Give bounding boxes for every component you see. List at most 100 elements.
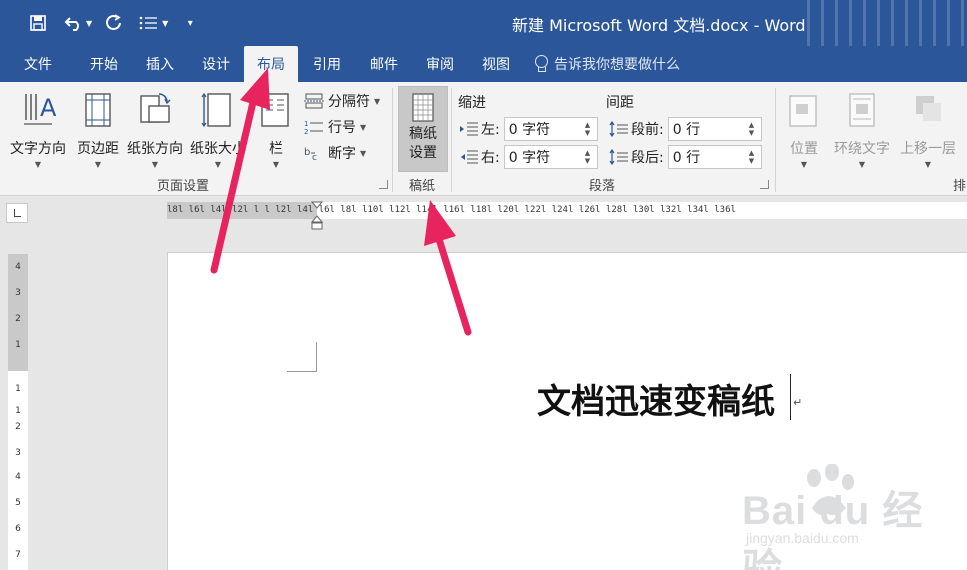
tab-home[interactable]: 开始 <box>72 46 136 82</box>
vertical-tick: 4 <box>15 472 21 482</box>
vertical-tick: 2 <box>15 314 21 324</box>
ruler-row: l8l l6l l4l l2l l l l2l l4l l6l l8l l10l… <box>0 197 967 227</box>
breaks-icon <box>304 93 324 109</box>
horizontal-ruler[interactable]: l8l l6l l4l l2l l l l2l l4l l6l l8l l10l… <box>167 202 967 219</box>
indent-marker-icon[interactable] <box>311 201 323 231</box>
vertical-ruler[interactable]: 4 3 2 1 1 1 2 3 4 5 6 7 <box>8 254 28 570</box>
watermark-url: jingyan.baidu.com <box>746 530 859 546</box>
vertical-tick: 2 <box>15 422 21 432</box>
tab-view[interactable]: 视图 <box>468 46 520 82</box>
baidu-watermark: Bai du 经验 jingyan.baidu.com <box>740 464 960 570</box>
spacing-after-value: 0 行 <box>672 150 701 166</box>
paragraph-launcher-icon[interactable] <box>760 180 769 189</box>
size-button[interactable]: 纸张大小 ▼ <box>186 86 250 174</box>
position-icon <box>789 95 817 127</box>
customize-icon[interactable]: ▾ <box>178 10 202 36</box>
orientation-button[interactable]: 纸张方向 ▼ <box>124 86 186 174</box>
size-label: 纸张大小 <box>190 141 246 157</box>
columns-label: 栏 <box>269 141 283 157</box>
wrap-text-label: 环绕文字 <box>834 141 890 157</box>
svg-text:b: b <box>304 147 310 158</box>
undo-icon[interactable]: ▼ <box>64 10 92 36</box>
tab-insert[interactable]: 插入 <box>136 46 188 82</box>
spacing-before-input[interactable]: 0 行 ▲ ▼ <box>667 117 762 141</box>
manuscript-icon <box>412 93 434 122</box>
ribbon-panel: A 文字方向 ▼ 页边距 ▼ 纸张方向 ▼ 纸张大小 ▼ 栏 ▼ 分隔符 ▼ 1… <box>0 82 967 196</box>
arrange-group-label: 排 <box>953 179 967 194</box>
margins-label: 页边距 <box>77 141 119 157</box>
breaks-button[interactable]: 分隔符 ▼ <box>304 90 380 112</box>
indent-right-row: 右: 0 字符 ▲ ▼ <box>459 145 598 169</box>
tab-selector-icon[interactable] <box>6 203 28 223</box>
bring-forward-icon <box>916 96 941 121</box>
tab-mailings[interactable]: 邮件 <box>356 46 412 82</box>
redo-icon[interactable] <box>102 10 126 36</box>
tab-layout[interactable]: 布局 <box>244 46 298 82</box>
tell-me-box[interactable]: 告诉我你想要做什么 <box>534 54 680 74</box>
vertical-tick: 7 <box>15 550 21 560</box>
tab-design[interactable]: 设计 <box>188 46 244 82</box>
hyphenation-button[interactable]: bc 断字 ▼ <box>304 142 366 164</box>
wrap-text-button[interactable]: 环绕文字 ▼ <box>830 86 894 174</box>
indent-left-icon <box>460 122 478 136</box>
tab-references[interactable]: 引用 <box>298 46 356 82</box>
text-direction-button[interactable]: A 文字方向 ▼ <box>6 86 70 174</box>
wrap-text-icon <box>849 93 875 127</box>
line-numbers-icon: 12 <box>304 120 323 135</box>
spacing-before-spinner-icon[interactable]: ▲ ▼ <box>749 121 759 137</box>
spacing-after-label: 段后: <box>631 150 664 166</box>
indent-right-label: 右: <box>481 150 500 166</box>
tell-me-text: 告诉我你想要做什么 <box>554 57 680 73</box>
spacing-after-spinner-icon[interactable]: ▲ ▼ <box>749 149 759 165</box>
vertical-tick: 4 <box>15 262 21 272</box>
text-direction-label: 文字方向 <box>10 141 66 157</box>
indent-left-spinner-icon[interactable]: ▲ ▼ <box>585 121 595 137</box>
indent-left-value: 0 字符 <box>508 122 551 138</box>
svg-text:1: 1 <box>304 120 308 128</box>
vertical-tick: 5 <box>15 498 21 508</box>
vertical-tick: 1 <box>15 406 21 416</box>
bring-forward-button[interactable]: 上移一层 ▼ <box>896 86 960 174</box>
watermark-brand: Bai du 经验 <box>742 489 924 570</box>
spacing-before-row: 段前: 0 行 ▲ ▼ <box>609 117 762 141</box>
document-text[interactable]: 文档迅速变稿纸 <box>537 374 775 423</box>
indent-heading: 缩进 <box>458 95 486 111</box>
page-setup-group-label: 页面设置 <box>157 179 210 194</box>
manuscript-settings-button[interactable]: 稿纸 设置 <box>398 86 448 172</box>
indent-left-input[interactable]: 0 字符 ▲ ▼ <box>503 117 598 141</box>
orientation-icon <box>140 93 171 123</box>
ribbon-tabs: 文件 开始 插入 设计 布局 引用 邮件 审阅 视图 告诉我你想要做什么 <box>0 46 967 82</box>
vertical-tick: 1 <box>15 384 21 394</box>
lightbulb-icon <box>534 55 548 73</box>
vertical-tick: 3 <box>15 448 21 458</box>
spacing-heading: 间距 <box>606 95 634 111</box>
text-direction-icon: A <box>24 94 56 125</box>
spacing-after-input[interactable]: 0 行 ▲ ▼ <box>667 145 762 169</box>
hyphenation-icon: bc <box>304 147 317 161</box>
svg-text:A: A <box>40 94 56 122</box>
indent-right-spinner-icon[interactable]: ▲ ▼ <box>585 149 595 165</box>
paper-size-icon <box>201 92 231 128</box>
title-bar-decoration <box>807 0 967 46</box>
vertical-tick: 1 <box>15 340 21 350</box>
line-numbers-button[interactable]: 12 行号 ▼ <box>304 116 366 138</box>
indent-right-input[interactable]: 0 字符 ▲ ▼ <box>503 145 598 169</box>
text-cursor <box>790 374 791 420</box>
hyphenation-label: 断字 <box>328 146 356 162</box>
spacing-before-value: 0 行 <box>672 122 701 138</box>
margins-button[interactable]: 页边距 ▼ <box>72 86 124 174</box>
page-setup-launcher-icon[interactable] <box>379 180 388 189</box>
tab-file[interactable]: 文件 <box>0 46 72 82</box>
bullets-icon[interactable]: ▼ <box>138 10 168 36</box>
columns-icon <box>261 93 289 127</box>
manuscript-label-line1: 稿纸 <box>409 126 437 142</box>
spacing-after-icon <box>609 149 628 165</box>
columns-button[interactable]: 栏 ▼ <box>258 86 294 174</box>
save-icon[interactable] <box>26 10 50 36</box>
position-button[interactable]: 位置 ▼ <box>786 86 822 174</box>
svg-text:c: c <box>312 153 317 161</box>
paragraph-group-label: 段落 <box>589 179 616 194</box>
word-window: ▼ ▼ ▾ 新建 Microsoft Word 文档.docx - Word 文… <box>0 0 967 570</box>
indent-left-row: 左: 0 字符 ▲ ▼ <box>459 117 598 141</box>
tab-review[interactable]: 审阅 <box>412 46 468 82</box>
